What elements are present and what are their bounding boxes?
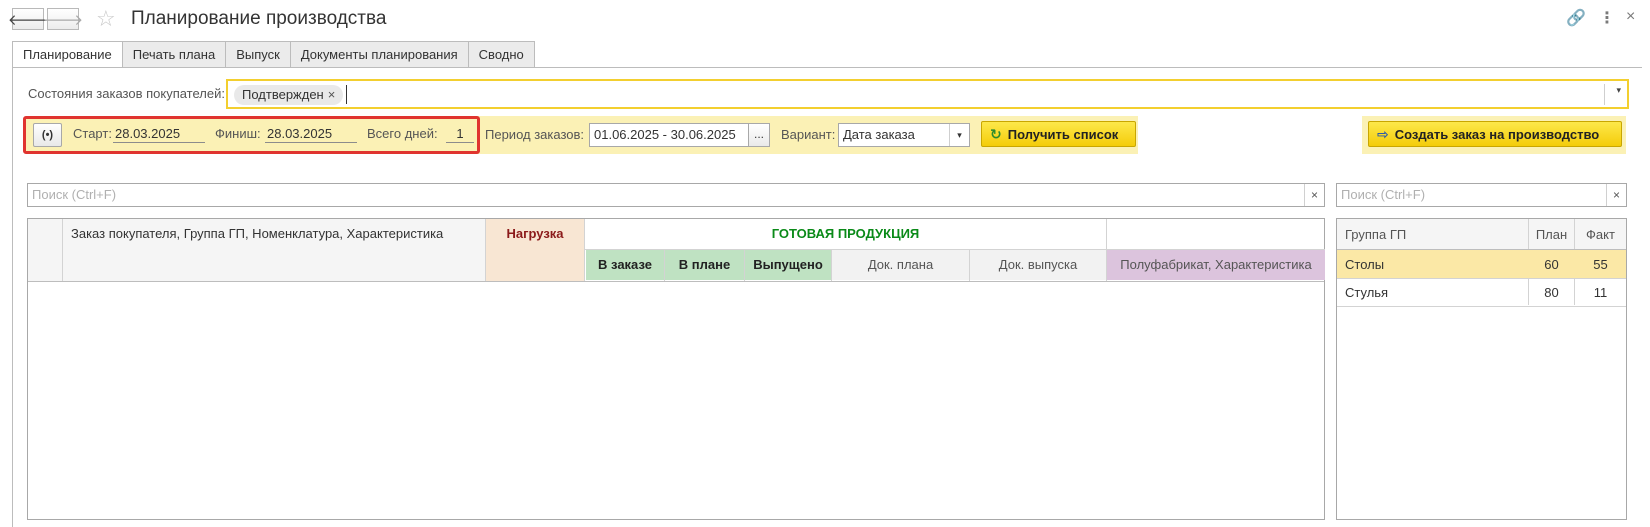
state-chip-label: Подтвержден: [242, 87, 324, 102]
state-chip[interactable]: Подтвержден ×: [234, 85, 344, 105]
row-fact: 11: [1593, 285, 1608, 300]
link-icon[interactable]: 🔗: [1566, 8, 1586, 28]
dropdown-separator: [1604, 84, 1605, 105]
days-field[interactable]: 1: [446, 125, 474, 143]
text-caret: [346, 85, 347, 104]
main-table[interactable]: Заказ покупателя, Группа ГП, Номенклатур…: [27, 218, 1325, 520]
refresh-icon: ↻: [990, 125, 1002, 142]
arrow-right-icon: 🡒: [42, 11, 84, 29]
tab-print-plan[interactable]: Печать плана: [121, 41, 227, 68]
start-label: Старт:: [73, 126, 112, 141]
col-group-header[interactable]: Группа ГП: [1345, 227, 1406, 242]
table-row[interactable]: Стулья 80 11: [1337, 278, 1626, 306]
table-row[interactable]: Столы 60 55: [1337, 250, 1626, 278]
radio-waves-icon[interactable]: (•): [33, 123, 62, 147]
chevron-down-icon[interactable]: ▾: [1616, 85, 1621, 96]
days-label: Всего дней:: [367, 126, 438, 141]
get-list-button[interactable]: ↻ Получить список: [981, 121, 1136, 147]
more-vertical-icon[interactable]: ⋮: [1599, 8, 1615, 28]
main-search-placeholder: Поиск (Ctrl+F): [32, 187, 117, 202]
tab-bar: Планирование Печать плана Выпуск Докумен…: [12, 41, 535, 68]
page-title: Планирование производства: [131, 8, 387, 29]
variant-value: Дата заказа: [843, 127, 915, 142]
finish-label: Финиш:: [215, 126, 261, 141]
col-fact-header[interactable]: Факт: [1575, 227, 1626, 242]
order-states-field[interactable]: Подтвержден × ▾: [226, 79, 1629, 109]
forward-button[interactable]: 🡒: [43, 8, 83, 30]
create-production-order-button[interactable]: ⇨ Создать заказ на производство: [1368, 121, 1622, 147]
side-table[interactable]: Группа ГП План Факт Столы 60 55 Стулья 8…: [1336, 218, 1627, 520]
clear-search-icon[interactable]: ×: [1606, 184, 1626, 206]
document-arrow-icon: ⇨: [1377, 125, 1389, 142]
tab-release[interactable]: Выпуск: [225, 41, 291, 68]
col-semi-header[interactable]: Полуфабрикат, Характеристика: [1107, 250, 1325, 280]
close-icon[interactable]: ×: [1626, 8, 1635, 26]
col-in-plan-header[interactable]: В плане: [665, 250, 744, 280]
col-plan-doc-header[interactable]: Док. плана: [832, 250, 969, 280]
col-release-doc-header[interactable]: Док. выпуска: [970, 250, 1106, 280]
tab-summary[interactable]: Сводно: [467, 41, 535, 68]
row-plan: 80: [1544, 285, 1559, 300]
row-group: Стулья: [1345, 285, 1389, 300]
finished-products-group-header: ГОТОВАЯ ПРОДУКЦИЯ: [771, 226, 920, 241]
main-search-input[interactable]: Поиск (Ctrl+F) ×: [27, 183, 1325, 207]
period-field[interactable]: 01.06.2025 - 30.06.2025: [589, 123, 749, 147]
star-icon[interactable]: ☆: [96, 6, 116, 32]
back-button[interactable]: 🡐: [8, 8, 48, 30]
start-date-field[interactable]: 28.03.2025: [113, 125, 205, 143]
period-label: Период заказов:: [485, 127, 585, 142]
col-in-order-header[interactable]: В заказе: [586, 250, 664, 280]
tab-planning[interactable]: Планирование: [12, 41, 123, 68]
clear-search-icon[interactable]: ×: [1304, 184, 1324, 206]
col-released-header[interactable]: Выпущено: [745, 250, 831, 280]
variant-label: Вариант:: [781, 127, 836, 142]
finish-date-field[interactable]: 28.03.2025: [265, 125, 357, 143]
col-load-header[interactable]: Нагрузка: [486, 219, 584, 281]
order-states-label: Состояния заказов покупателей:: [28, 86, 225, 101]
row-group: Столы: [1345, 257, 1385, 272]
chevron-down-icon[interactable]: ▾: [949, 124, 969, 146]
row-fact: 55: [1593, 257, 1608, 272]
row-plan: 60: [1544, 257, 1559, 272]
period-select-button[interactable]: ...: [748, 123, 770, 147]
side-search-input[interactable]: Поиск (Ctrl+F) ×: [1336, 183, 1627, 207]
get-list-label: Получить список: [1007, 126, 1119, 142]
tab-planning-docs[interactable]: Документы планирования: [289, 41, 469, 68]
create-order-label: Создать заказ на производство: [1394, 126, 1600, 142]
col-plan-header[interactable]: План: [1529, 227, 1574, 242]
side-search-placeholder: Поиск (Ctrl+F): [1341, 187, 1426, 202]
col-order-header[interactable]: Заказ покупателя, Группа ГП, Номенклатур…: [63, 219, 485, 281]
main-table-body[interactable]: [28, 282, 1324, 519]
variant-select[interactable]: Дата заказа ▾: [838, 123, 970, 147]
chip-remove-icon[interactable]: ×: [328, 87, 336, 102]
row-selector-header: [28, 219, 62, 281]
